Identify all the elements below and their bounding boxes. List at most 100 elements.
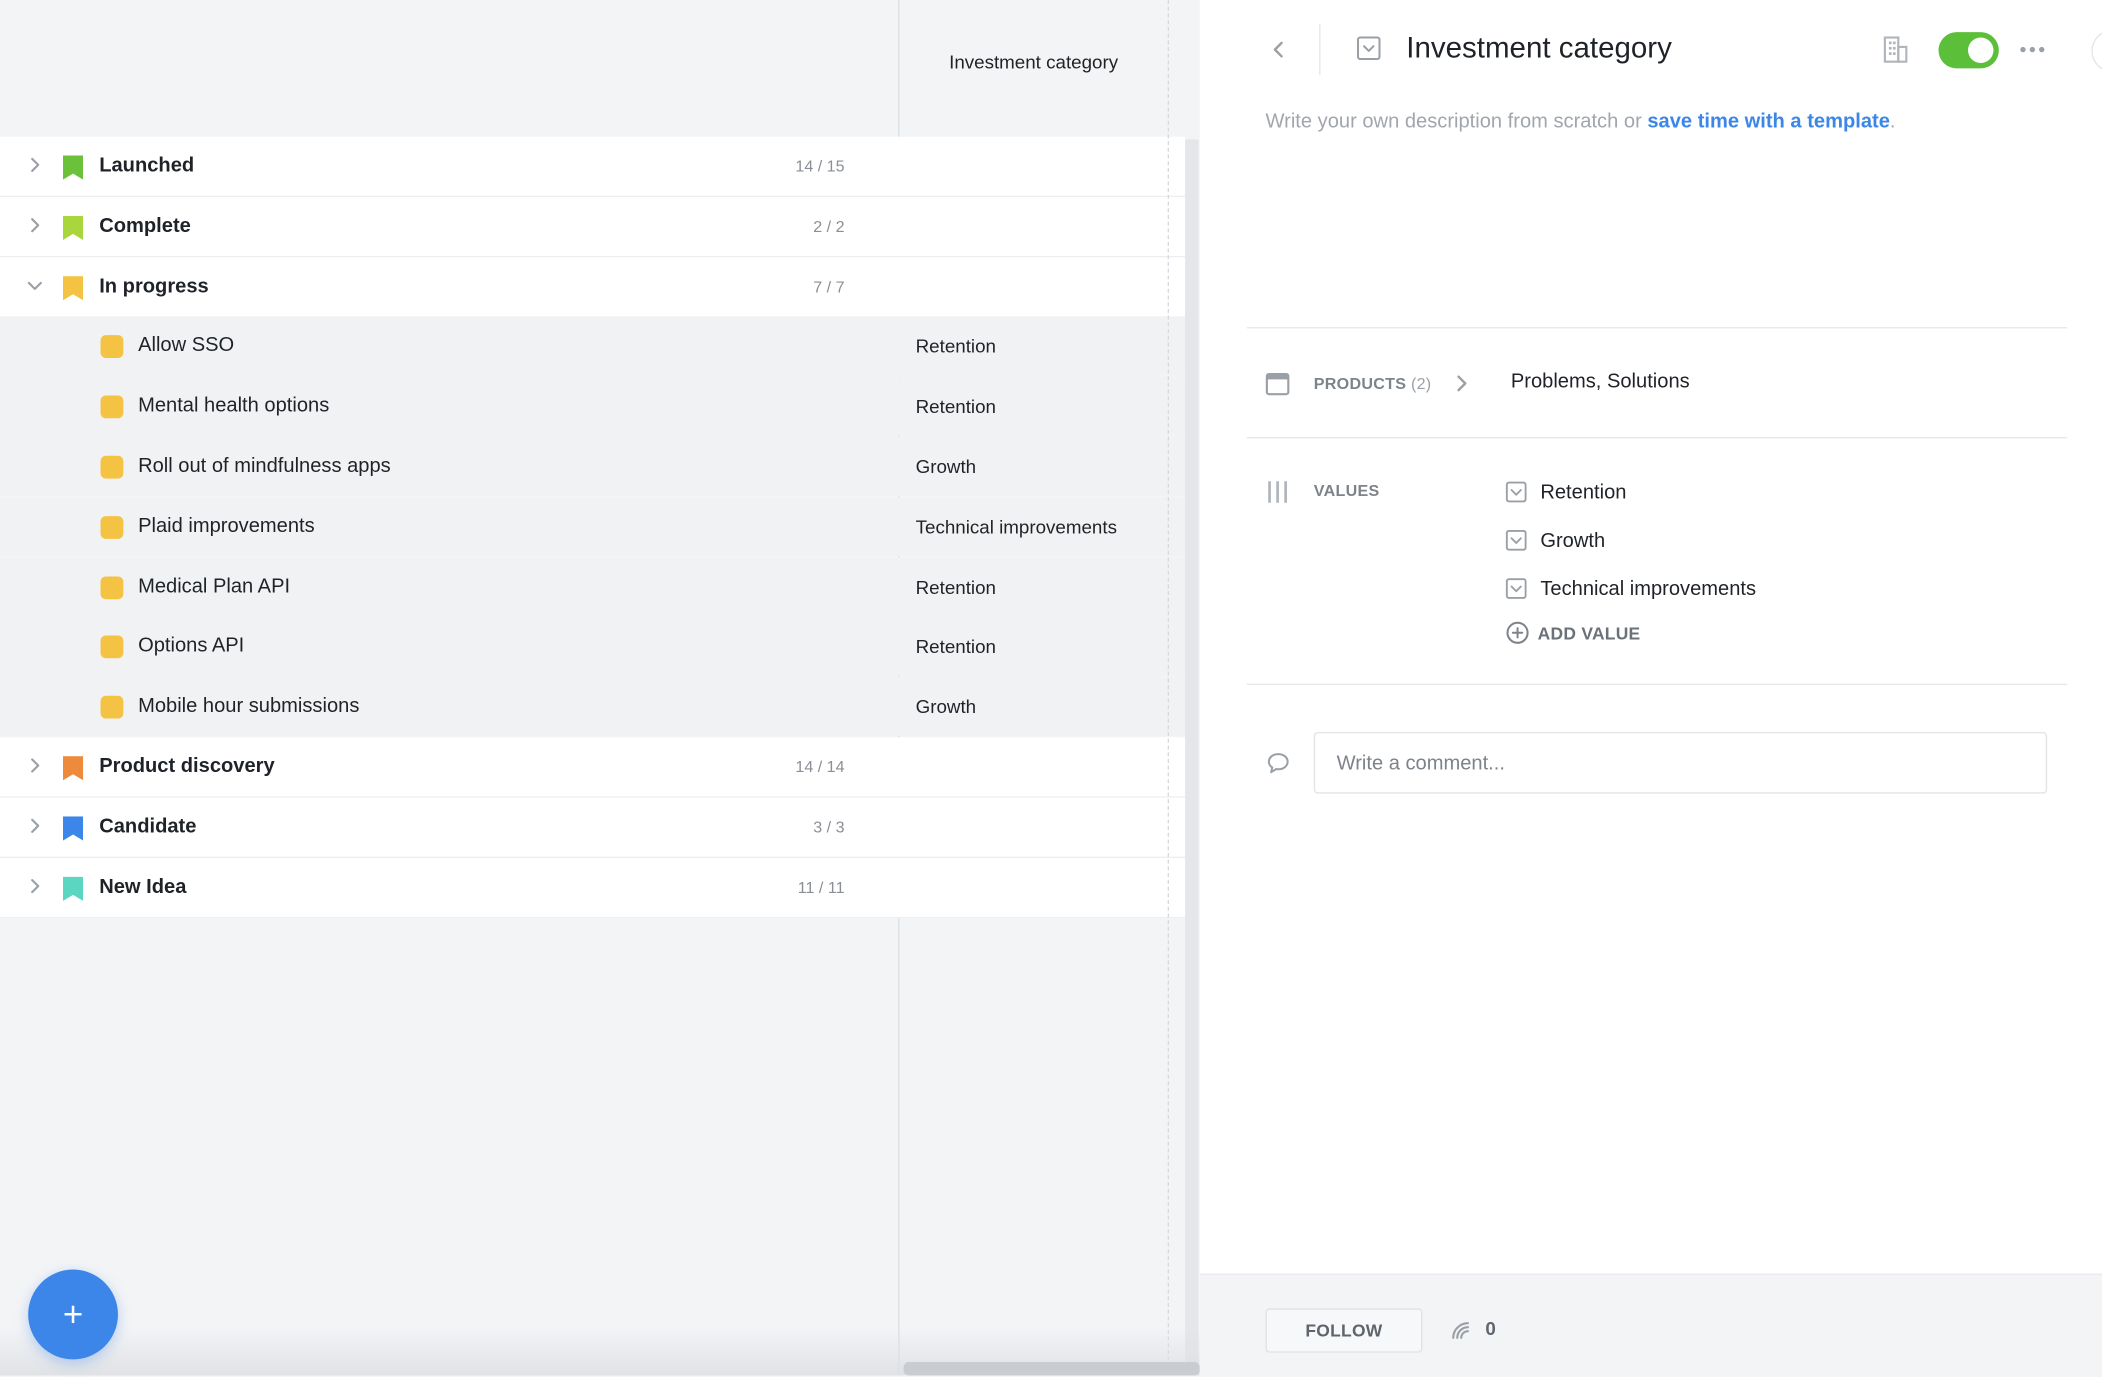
description-text: Write your own description from scratch … (1265, 109, 1648, 133)
chevron-right-icon (31, 818, 40, 833)
bookmark-flag-icon (63, 215, 84, 240)
chevron-right-icon (31, 157, 40, 172)
add-value-button[interactable]: ADD VALUE (1505, 621, 1640, 645)
expand-toggle[interactable] (23, 813, 47, 837)
description-end: . (1889, 109, 1896, 133)
feed-icon (1452, 1322, 1470, 1339)
vertical-scrollbar[interactable] (1185, 139, 1199, 1376)
status-square-icon (100, 575, 124, 599)
value-item[interactable]: Growth (1505, 526, 1605, 555)
values-label: VALUES (1313, 481, 1380, 501)
feature-row[interactable]: Mobile hour submissions Growth (0, 677, 1186, 737)
expand-toggle[interactable] (23, 153, 47, 177)
investment-category-cell[interactable]: Growth (916, 696, 976, 717)
chevron-right-icon[interactable] (1453, 373, 1472, 394)
feature-label[interactable]: Options API (138, 635, 244, 658)
enable-toggle[interactable] (1938, 32, 1999, 69)
products-value[interactable]: Problems, Solutions (1511, 370, 1690, 393)
products-label: PRODUCTS (2) (1313, 374, 1432, 393)
more-options-icon[interactable] (2016, 35, 2048, 64)
feature-row[interactable]: Mental health options Retention (0, 376, 1186, 436)
feature-label[interactable]: Mental health options (138, 394, 329, 417)
building-icon[interactable] (1881, 35, 1910, 64)
bookmark-flag-icon (63, 155, 84, 180)
edge-circle-button[interactable] (2091, 29, 2102, 73)
group-row[interactable]: Launched 14 / 15 (0, 136, 1186, 198)
feature-label[interactable]: Medical Plan API (138, 575, 290, 598)
group-label[interactable]: Product discovery (99, 755, 274, 778)
header-separator (1319, 24, 1321, 76)
chevron-right-icon (31, 758, 40, 773)
template-link[interactable]: save time with a template (1647, 110, 1890, 133)
divider (1246, 327, 2068, 329)
dropdown-value-icon (1505, 481, 1527, 503)
status-square-icon (100, 515, 124, 539)
group-count: 14 / 15 (795, 156, 845, 176)
expand-toggle[interactable] (23, 213, 47, 237)
investment-category-cell[interactable]: Retention (916, 576, 996, 597)
feature-label[interactable]: Plaid improvements (138, 515, 315, 538)
dropdown-field-icon (1357, 36, 1381, 60)
value-item[interactable]: Retention (1505, 477, 1626, 506)
group-label[interactable]: In progress (99, 274, 209, 297)
feature-label[interactable]: Allow SSO (138, 334, 234, 357)
value-item[interactable]: Technical improvements (1505, 574, 1756, 603)
chevron-down-icon (27, 281, 42, 290)
feature-row[interactable]: Options API Retention (0, 617, 1186, 677)
dropdown-value-icon (1505, 529, 1527, 551)
group-count: 14 / 14 (795, 757, 845, 777)
status-square-icon (100, 635, 124, 659)
status-square-icon (100, 395, 124, 419)
detail-panel: Investment category Write your own descr… (1199, 0, 2102, 1377)
feature-row[interactable]: Allow SSO Retention (0, 316, 1186, 376)
feature-row[interactable]: Medical Plan API Retention (0, 557, 1186, 617)
feature-label[interactable]: Mobile hour submissions (138, 695, 359, 718)
investment-category-cell[interactable]: Technical improvements (916, 516, 1117, 537)
bookmark-flag-icon (63, 876, 84, 901)
investment-category-cell[interactable]: Growth (916, 456, 976, 477)
group-count: 3 / 3 (813, 817, 845, 837)
chevron-right-icon (31, 878, 40, 893)
toggle-knob (1968, 37, 1994, 64)
column-header-investment-category[interactable]: Investment category (900, 51, 1168, 72)
status-square-icon (100, 335, 124, 359)
bookmark-flag-icon (63, 756, 84, 781)
group-count: 11 / 11 (797, 877, 845, 897)
group-label[interactable]: Launched (99, 154, 194, 177)
group-row[interactable]: In progress 7 / 7 (0, 256, 1186, 318)
group-row[interactable]: New Idea 11 / 11 (0, 857, 1186, 918)
field-title[interactable]: Investment category (1406, 31, 1672, 66)
group-label[interactable]: Complete (99, 214, 191, 237)
feature-label[interactable]: Roll out of mindfulness apps (138, 454, 391, 477)
group-row[interactable]: Candidate 3 / 3 (0, 797, 1186, 858)
group-count: 7 / 7 (813, 276, 845, 296)
investment-category-cell[interactable]: Retention (916, 636, 996, 657)
bookmark-flag-icon (63, 275, 84, 300)
columns-icon (1268, 481, 1287, 503)
plus-circle-icon (1506, 621, 1529, 644)
follower-count: 0 (1485, 1317, 1496, 1340)
comment-input[interactable] (1313, 731, 2048, 794)
feature-row[interactable]: Plaid improvements Technical improvements (0, 497, 1186, 557)
comment-icon (1267, 753, 1289, 774)
feature-row[interactable]: Roll out of mindfulness apps Growth (0, 437, 1186, 497)
bookmark-flag-icon (63, 816, 84, 841)
column-dashed-divider (1167, 0, 1170, 1368)
expand-toggle[interactable] (23, 874, 47, 898)
group-row[interactable]: Complete 2 / 2 (0, 196, 1186, 258)
expand-toggle[interactable] (23, 753, 47, 777)
investment-category-cell[interactable]: Retention (916, 396, 996, 417)
group-label[interactable]: Candidate (99, 815, 196, 838)
follow-button[interactable]: FOLLOW (1265, 1308, 1423, 1353)
group-label[interactable]: New Idea (99, 875, 186, 898)
expand-toggle[interactable] (23, 273, 47, 297)
horizontal-scrollbar[interactable] (903, 1362, 1200, 1376)
add-button[interactable]: + (28, 1269, 118, 1360)
group-row[interactable]: Product discovery 14 / 14 (0, 737, 1186, 798)
investment-category-cell[interactable]: Retention (916, 336, 996, 357)
detail-footer: FOLLOW 0 (1199, 1273, 2102, 1377)
description-prompt[interactable]: Write your own description from scratch … (1266, 110, 1896, 133)
value-label: Retention (1540, 480, 1627, 504)
back-button[interactable] (1266, 36, 1293, 63)
window-icon (1265, 372, 1290, 396)
